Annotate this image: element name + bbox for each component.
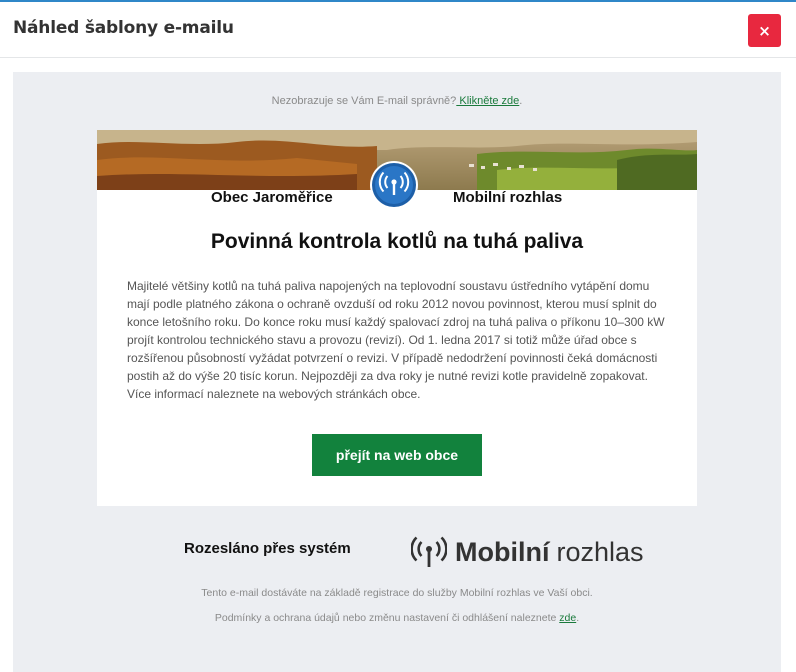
modal-header: Náhled šablony e-mailu ×: [0, 2, 796, 58]
footer-terms-suffix: .: [576, 612, 580, 624]
notice-text: Nezobrazuje se Vám E-mail správně?: [271, 95, 457, 107]
footer-terms-note: Podmínky a ochrana údajů nebo změnu nast…: [13, 612, 781, 624]
footer-logo: Mobilní rozhlas: [411, 532, 644, 572]
email-card: Obec Jaroměřice Mobilní rozhlas Povinná …: [97, 130, 697, 506]
broadcast-tower-icon: [411, 536, 447, 567]
close-icon: ×: [758, 21, 771, 40]
notice-link[interactable]: Klikněte zde: [456, 95, 519, 107]
sent-via-label: Rozesláno přes systém: [184, 540, 351, 557]
display-notice: Nezobrazuje se Vám E-mail správně? Klikn…: [13, 95, 781, 107]
email-headline: Povinná kontrola kotlů na tuhá paliva: [210, 230, 584, 253]
brand-name: Mobilní rozhlas: [453, 189, 563, 206]
modal-title: Náhled šablony e-mailu: [13, 18, 234, 38]
visit-web-button[interactable]: přejít na web obce: [312, 434, 482, 476]
footer-terms-text: Podmínky a ochrana údajů nebo změnu nast…: [214, 612, 560, 624]
footer-logo-light: rozhlas: [556, 536, 644, 567]
municipality-name: Obec Jaroměřice: [211, 189, 333, 206]
email-preview: Nezobrazuje se Vám E-mail správně? Klikn…: [13, 72, 781, 672]
email-body: Majitelé většiny kotlů na tuhá paliva na…: [127, 279, 665, 401]
footer-terms-link[interactable]: zde: [559, 612, 576, 624]
broadcast-icon: [372, 163, 416, 207]
notice-suffix: .: [519, 95, 523, 107]
close-button[interactable]: ×: [748, 14, 781, 47]
footer-logo-bold: Mobilní: [455, 536, 550, 567]
mobilni-rozhlas-logo: [370, 161, 418, 209]
footer-registration-note: Tento e-mail dostáváte na základě regist…: [201, 587, 593, 599]
